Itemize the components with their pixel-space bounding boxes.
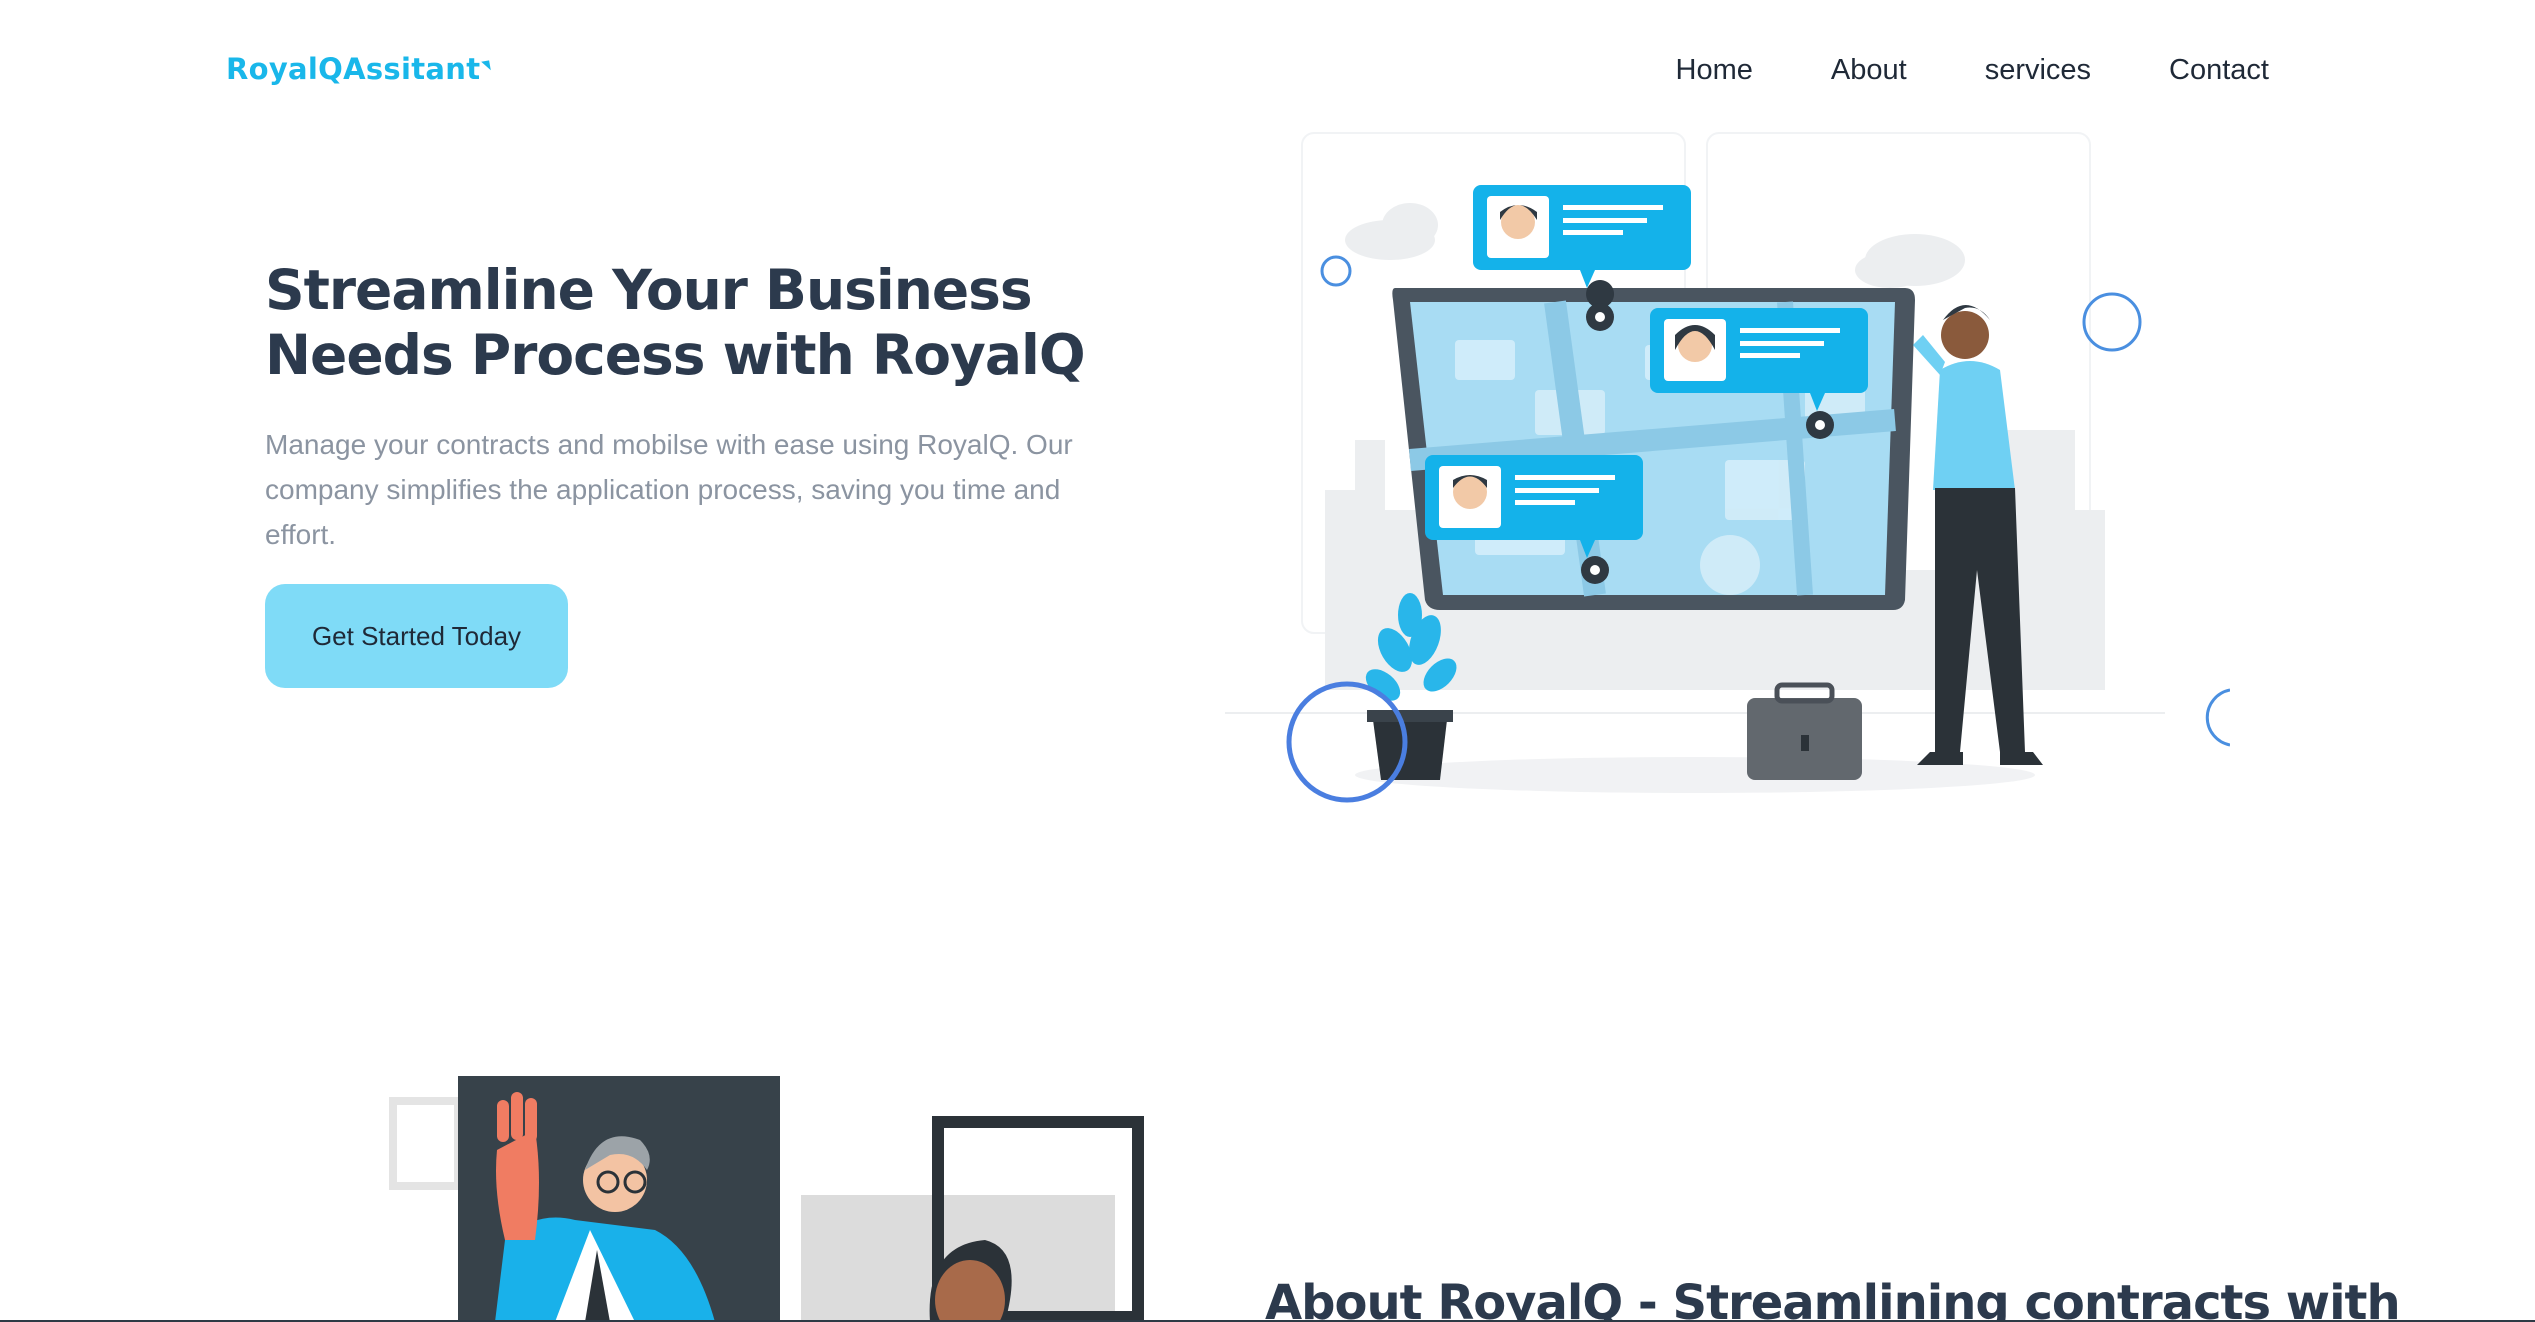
main-nav: Home About services Contact <box>1676 54 2269 87</box>
nav-link-contact[interactable]: Contact <box>2169 54 2269 87</box>
about-people-illustration-icon <box>389 1076 1144 1322</box>
brand-logo[interactable]: RoyalQAssitant <box>226 52 492 86</box>
nav-link-about[interactable]: About <box>1831 54 1907 87</box>
hero-title: Streamline Your Business Needs Process w… <box>265 258 1086 387</box>
brand-name: RoyalQAssitant <box>226 52 481 86</box>
about-title: About RoyalQ - Streamlining contracts wi… <box>1265 1275 2401 1322</box>
brand-mark-icon <box>481 60 492 72</box>
nav-link-home[interactable]: Home <box>1676 54 1753 87</box>
hero-map-illustration-icon <box>1225 132 2230 803</box>
hero-description: Manage your contracts and mobilse with e… <box>265 429 1073 550</box>
nav-link-services[interactable]: services <box>1985 54 2091 87</box>
get-started-button[interactable]: Get Started Today <box>265 584 568 688</box>
